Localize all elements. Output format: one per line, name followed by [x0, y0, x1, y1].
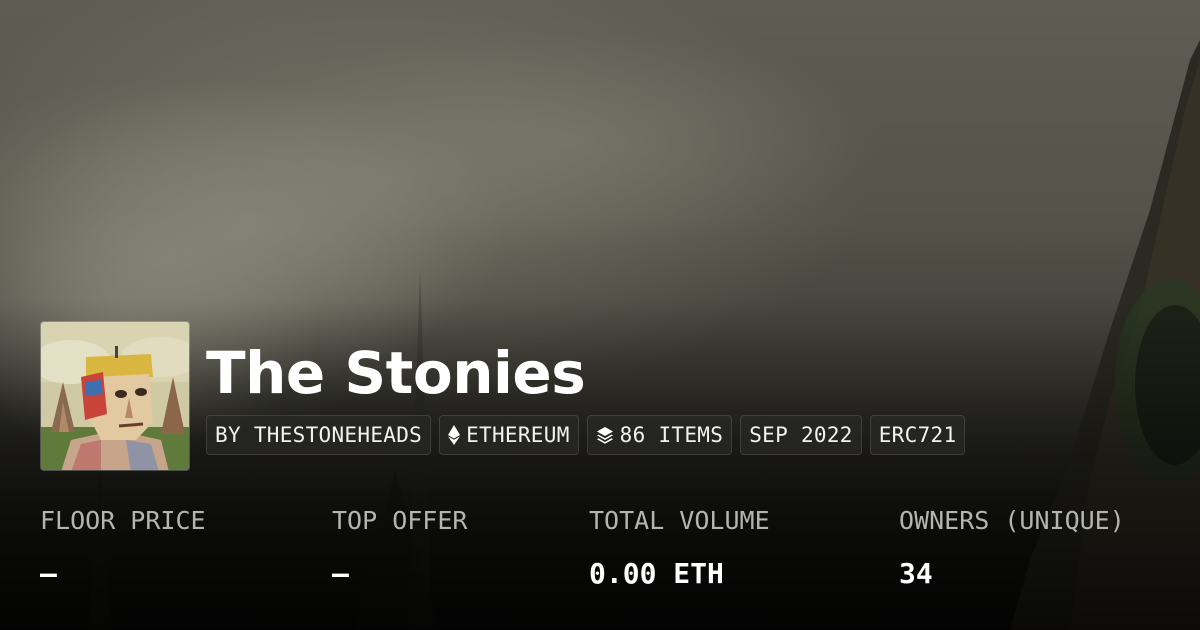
ethereum-icon: [448, 425, 461, 445]
creator-label: BY THESTONEHEADS: [215, 423, 423, 447]
collection-avatar[interactable]: [40, 321, 190, 471]
stat-label: TOP OFFER: [332, 506, 468, 535]
chain-label: ETHEREUM: [466, 423, 570, 447]
stat-owners: OWNERS (UNIQUE) 34: [899, 505, 1125, 591]
stat-label: OWNERS (UNIQUE): [899, 506, 1125, 535]
stat-top-offer: TOP OFFER —: [332, 505, 467, 591]
stat-floor-price: FLOOR PRICE —: [40, 505, 206, 591]
stat-label: TOTAL VOLUME: [589, 506, 770, 535]
date-label: SEP 2022: [749, 423, 853, 447]
stat-value: 0.00 ETH: [589, 557, 724, 590]
stat-value: 34: [899, 557, 933, 590]
layers-icon: [596, 426, 614, 444]
creator-tag[interactable]: BY THESTONEHEADS: [206, 415, 432, 455]
standard-label: ERC721: [878, 423, 957, 447]
stat-value: —: [332, 557, 349, 590]
stat-value: —: [40, 557, 57, 590]
chain-tag[interactable]: ETHEREUM: [439, 415, 579, 455]
stat-label: FLOOR PRICE: [40, 506, 206, 535]
collection-title: The Stonies: [206, 339, 586, 407]
date-tag: SEP 2022: [740, 415, 862, 455]
stat-total-volume: TOTAL VOLUME 0.00 ETH: [589, 505, 770, 591]
collection-tags: BY THESTONEHEADS ETHEREUM 86 ITEMS SEP 2…: [206, 415, 966, 455]
standard-tag: ERC721: [869, 415, 966, 455]
avatar-artwork: [41, 322, 189, 470]
items-label: 86 ITEMS: [619, 423, 724, 447]
items-tag[interactable]: 86 ITEMS: [586, 415, 733, 455]
